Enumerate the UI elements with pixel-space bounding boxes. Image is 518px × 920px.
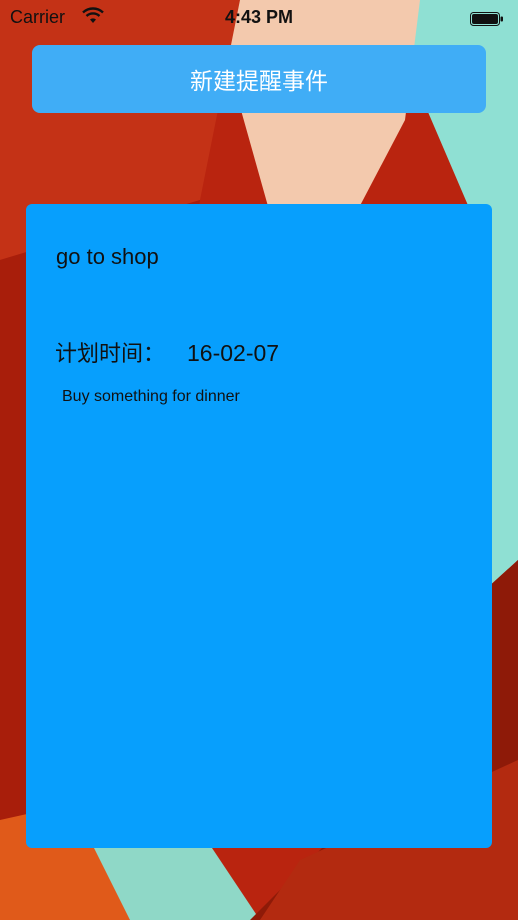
reminder-title: go to shop (56, 244, 159, 269)
reminder-time-value: 16-02-07 (187, 340, 280, 366)
reminder-card[interactable]: go to shop 计划时间： 16-02-07 Buy something … (26, 204, 492, 848)
new-reminder-button-label: 新建提醒事件 (190, 69, 328, 95)
new-reminder-button[interactable]: 新建提醒事件 (32, 45, 486, 113)
status-bar: Carrier 4:43 PM (0, 0, 518, 36)
reminder-time-label: 计划时间： (55, 342, 166, 367)
reminder-description: Buy something for dinner (62, 388, 240, 405)
battery-icon (470, 10, 504, 26)
clock-time: 4:43 PM (224, 7, 294, 27)
reminder-time-row: 计划时间： 16-02-07 (55, 336, 279, 368)
